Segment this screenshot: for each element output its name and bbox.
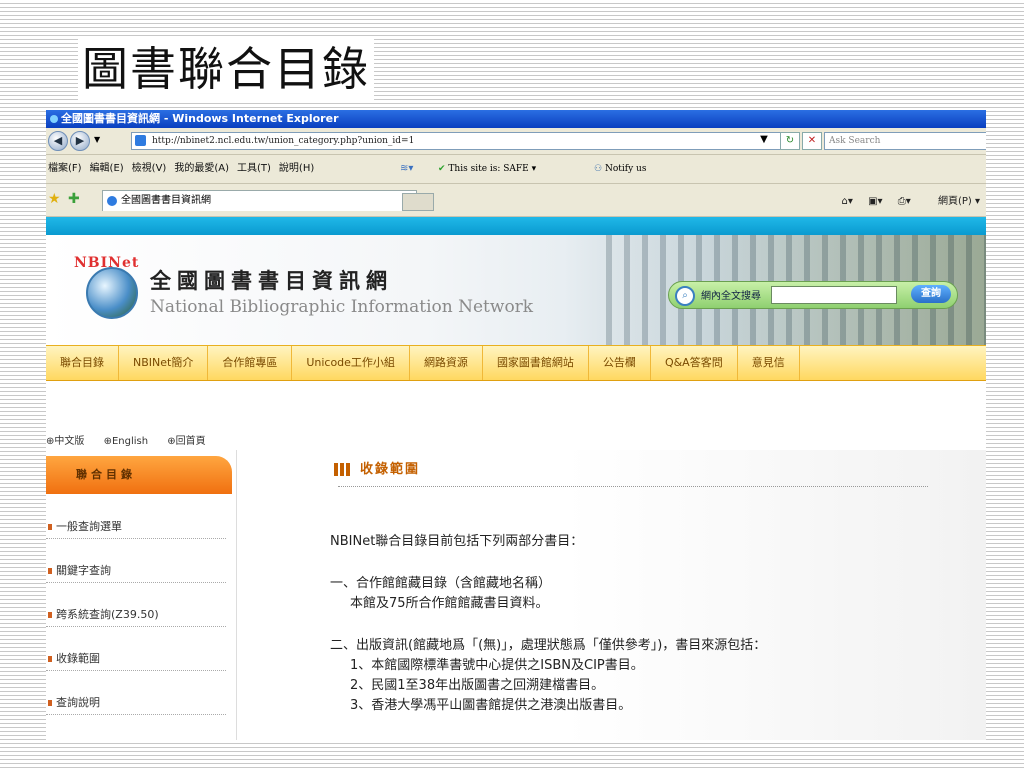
- url-dropdown-icon[interactable]: ▼: [758, 132, 770, 148]
- bullet-icon: [48, 612, 52, 618]
- menu-file[interactable]: 檔案(F): [48, 155, 82, 183]
- content-heading: 收錄範圍: [334, 458, 420, 477]
- sidebar-item-z3950-search[interactable]: 跨系統查詢(Z39.50): [46, 604, 226, 627]
- globe-logo-icon: [86, 267, 138, 319]
- tab-label: 全國圖書書目資訊網: [121, 195, 211, 206]
- page-favicon-icon: [135, 135, 146, 146]
- nav-partners[interactable]: 合作館專區: [208, 346, 293, 380]
- home-icon[interactable]: ⌂▾: [842, 196, 853, 207]
- nav-bulletin[interactable]: 公告欄: [589, 346, 651, 380]
- search-input[interactable]: Ask Search: [824, 132, 986, 150]
- notify-text: Notify us: [604, 164, 647, 174]
- slide-title: 圖書聯合目錄: [78, 38, 374, 100]
- nav-unicode[interactable]: Unicode工作小組: [292, 346, 410, 380]
- lang-chinese-link[interactable]: ⊕中文版: [46, 436, 92, 447]
- site-banner: NBINet 全國圖書書目資訊網 National Bibliographic …: [46, 235, 986, 345]
- sidebar: 聯合目錄 一般查詢選單 關鍵字查詢 跨系統查詢(Z39.50) 收錄範圍 查詢說…: [46, 450, 237, 740]
- bullet-icon: [48, 656, 52, 662]
- nav-ncl-site[interactable]: 國家圖書館網站: [483, 346, 589, 380]
- section2-item: 1、本館國際標準書號中心提供之ISBN及CIP書目。: [350, 658, 644, 673]
- bullet-icon: [48, 700, 52, 706]
- refresh-icon[interactable]: ↻: [780, 132, 800, 150]
- ie-logo-icon: [50, 115, 58, 123]
- add-favorite-icon[interactable]: ✚: [68, 191, 80, 207]
- safe-status[interactable]: ✔ This site is: SAFE ▾: [438, 155, 536, 183]
- language-links: ⊕中文版 ⊕English ⊕回首頁: [46, 432, 222, 447]
- site-search-input[interactable]: [771, 286, 897, 304]
- people-icon: ⚇: [594, 164, 603, 174]
- forward-button[interactable]: ▶: [70, 131, 90, 151]
- section1-detail: 本館及75所合作館館藏書目資料。: [350, 596, 549, 611]
- stop-icon[interactable]: ✕: [802, 132, 822, 150]
- intro-text: NBINet聯合目錄目前包括下列兩部分書目：: [330, 534, 584, 549]
- menu-favorites[interactable]: 我的最愛(A): [174, 155, 229, 183]
- tab-active[interactable]: 全國圖書書目資訊網: [102, 190, 417, 211]
- safe-text: This site is: SAFE: [448, 164, 529, 174]
- menu-tools[interactable]: 工具(T): [237, 155, 271, 183]
- print-icon[interactable]: ⎙▾: [898, 196, 911, 207]
- nav-resources[interactable]: 網路資源: [410, 346, 483, 380]
- favorites-star-icon[interactable]: ★: [48, 191, 61, 207]
- menu-bar: 檔案(F) 編輯(E) 檢視(V) 我的最愛(A) 工具(T) 說明(H) ≋▾ ✔ Th…: [46, 155, 986, 184]
- site-name-en: National Bibliographic Information Netwo…: [150, 297, 534, 317]
- section2-item: 3、香港大學馮平山圖書館提供之港澳出版書目。: [350, 698, 632, 713]
- divider: [338, 486, 928, 487]
- site-name-cn[interactable]: 全國圖書書目資訊網: [150, 265, 393, 295]
- history-dropdown-icon[interactable]: ▼: [94, 135, 100, 144]
- sidebar-item-coverage[interactable]: 收錄範圍: [46, 648, 226, 671]
- notify-button[interactable]: ⚇ Notify us: [594, 155, 646, 183]
- tab-favicon-icon: [107, 196, 117, 206]
- site-top-bar: [46, 217, 986, 235]
- page-menu-label: 網頁(P): [937, 196, 972, 207]
- site-search-button[interactable]: 查詢: [911, 285, 951, 303]
- sidebar-item-general-search[interactable]: 一般查詢選單: [46, 516, 226, 539]
- menu-view[interactable]: 檢視(V): [132, 155, 167, 183]
- url-text: http://nbinet2.ncl.edu.tw/union_category…: [152, 136, 415, 146]
- window-title: 全國圖書書目資訊網 - Windows Internet Explorer: [61, 112, 339, 125]
- nav-intro[interactable]: NBINet簡介: [119, 346, 209, 380]
- check-icon: ✔: [438, 164, 446, 174]
- section2-item: 2、民國1至38年出版圖書之回溯建檔書目。: [350, 678, 605, 693]
- back-button[interactable]: ◀: [48, 131, 68, 151]
- sidebar-heading: 聯合目錄: [46, 456, 232, 494]
- home-link[interactable]: ⊕回首頁: [167, 436, 213, 447]
- sidebar-item-help[interactable]: 查詢說明: [46, 692, 226, 715]
- main-content: 收錄範圍 NBINet聯合目錄目前包括下列兩部分書目： 一、合作館館藏目錄（含館…: [284, 450, 986, 740]
- url-field[interactable]: http://nbinet2.ncl.edu.tw/union_category…: [131, 132, 793, 150]
- nav-faq[interactable]: Q&A答客問: [651, 346, 738, 380]
- site-search: ⌕ 網內全文搜尋 查詢: [668, 281, 958, 309]
- window-titlebar: 全國圖書書目資訊網 - Windows Internet Explorer: [46, 110, 986, 128]
- section2-title: 二、出版資訊(館藏地爲「(無)」，處理狀態爲「僅供參考」)，書目來源包括：: [330, 638, 767, 653]
- sidebar-item-keyword-search[interactable]: 關鍵字查詢: [46, 560, 226, 583]
- nav-union-catalog[interactable]: 聯合目錄: [46, 346, 119, 380]
- bullet-icon: [48, 524, 52, 530]
- nav-feedback[interactable]: 意見信: [738, 346, 800, 380]
- menu-edit[interactable]: 編輯(E): [90, 155, 124, 183]
- page-menu[interactable]: 網頁(P) ▾: [926, 196, 980, 207]
- books-icon: [334, 463, 352, 476]
- lang-english-link[interactable]: ⊕English: [104, 436, 157, 447]
- section1-title: 一、合作館館藏目錄（含館藏地名稱）: [330, 576, 552, 591]
- new-tab-button[interactable]: [402, 193, 434, 211]
- tab-bar: ★ ✚ 全國圖書書目資訊網 ⌂▾ ▣▾ ⎙▾ 網頁(P) ▾: [46, 184, 986, 217]
- site-search-label: 網內全文搜尋: [701, 291, 761, 302]
- feeds-icon[interactable]: ▣▾: [868, 196, 882, 207]
- menu-help[interactable]: 說明(H): [279, 155, 314, 183]
- wifi-icon[interactable]: ≋▾: [400, 155, 413, 183]
- main-nav: 聯合目錄 NBINet簡介 合作館專區 Unicode工作小組 網路資源 國家圖書館網站公…: [46, 345, 986, 381]
- search-icon: ⌕: [675, 286, 695, 306]
- command-bar: ⌂▾ ▣▾ ⎙▾ 網頁(P) ▾: [830, 192, 980, 207]
- address-bar: ◀ ▶ ▼ http://nbinet2.ncl.edu.tw/union_ca…: [46, 128, 986, 155]
- browser-screenshot: 全國圖書書目資訊網 - Windows Internet Explorer ◀ …: [46, 110, 986, 740]
- bullet-icon: [48, 568, 52, 574]
